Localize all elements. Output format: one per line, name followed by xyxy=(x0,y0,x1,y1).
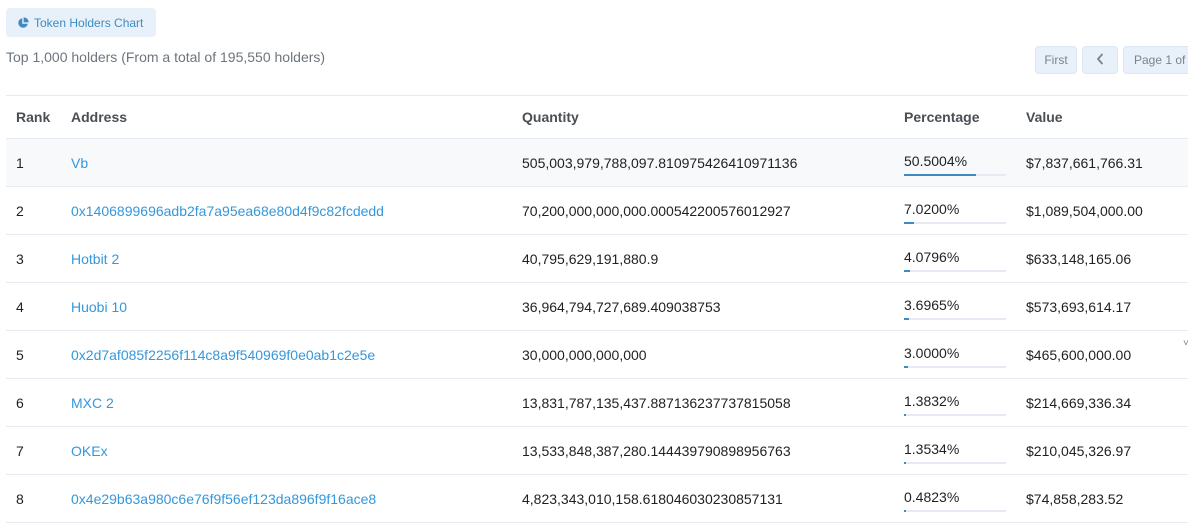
rank-cell: 8 xyxy=(16,490,24,507)
address-cell: 0x2d7af085f2256f114c8a9f540969f0e0ab1c2e… xyxy=(71,331,375,378)
table-row: 8 0x4e29b63a980c6e76f9f56ef123da896f9f16a… xyxy=(6,475,1188,523)
percentage-cell: 3.0000% xyxy=(904,331,1006,378)
header-rank: Rank xyxy=(16,109,51,125)
quantity-cell: 13,831,787,135,437.887136237737815058 xyxy=(522,394,791,411)
quantity-cell: 4,823,343,010,158.618046030230857131 xyxy=(522,490,783,507)
percentage-bar-fill xyxy=(904,510,907,512)
chevron-left-icon xyxy=(1096,53,1104,68)
first-page-button[interactable]: First xyxy=(1035,46,1077,74)
address-link[interactable]: MXC 2 xyxy=(71,395,114,411)
table-row: 7 OKEx 13,533,848,387,280.1444397908989567… xyxy=(6,427,1188,475)
rank-cell: 2 xyxy=(16,202,24,219)
value-cell: $210,045,326.97 xyxy=(1026,442,1132,459)
value-cell: $465,600,000.00 xyxy=(1026,346,1132,363)
address-cell: Vb xyxy=(71,139,88,186)
address-cell: MXC 2 xyxy=(71,379,114,426)
percentage-cell: 4.0796% xyxy=(904,235,1006,282)
percentage-text: 1.3832% xyxy=(904,393,960,409)
percentage-bar xyxy=(904,462,1006,464)
percentage-bar-fill xyxy=(904,270,910,272)
quantity-cell: 30,000,000,000,000 xyxy=(522,346,647,363)
token-holders-chart-label: Token Holders Chart xyxy=(34,15,144,30)
value-cell: $7,837,661,766.31 xyxy=(1026,154,1143,171)
percentage-cell: 3.6965% xyxy=(904,283,1006,330)
address-cell: 0x1406899696adb2fa7a95ea68e80d4f9c82fcde… xyxy=(71,187,384,234)
percentage-bar xyxy=(904,174,1006,176)
percentage-bar xyxy=(904,510,1006,512)
rank-cell: 5 xyxy=(16,346,24,363)
percentage-cell: 1.3534% xyxy=(904,427,1006,474)
percentage-bar xyxy=(904,366,1006,368)
value-cell: $1,089,504,000.00 xyxy=(1026,202,1143,219)
percentage-bar xyxy=(904,270,1006,272)
rank-cell: 6 xyxy=(16,394,24,411)
table-row: 2 0x1406899696adb2fa7a95ea68e80d4f9c82fcd… xyxy=(6,187,1188,235)
table-body: 1 Vb 505,003,979,788,097.81097542641097113… xyxy=(6,139,1188,523)
header-quantity: Quantity xyxy=(522,109,579,125)
table-row: 4 Huobi 10 36,964,794,727,689.409038753 3.6… xyxy=(6,283,1188,331)
address-link[interactable]: Hotbit 2 xyxy=(71,251,119,267)
header-address: Address xyxy=(71,109,128,125)
address-link[interactable]: Huobi 10 xyxy=(71,299,127,315)
holders-table: Rank Address Quantity Percentage Value 1… xyxy=(6,95,1188,523)
rank-cell: 3 xyxy=(16,250,24,267)
percentage-text: 4.0796% xyxy=(904,249,960,265)
percentage-cell: 1.3832% xyxy=(904,379,1006,426)
percentage-text: 1.3534% xyxy=(904,441,960,457)
holders-summary: Top 1,000 holders (From a total of 195,5… xyxy=(6,49,326,65)
rank-cell: 7 xyxy=(16,442,24,459)
address-cell: Hotbit 2 xyxy=(71,235,119,282)
token-holders-chart-button[interactable]: Token Holders Chart xyxy=(6,8,156,37)
address-cell: OKEx xyxy=(71,427,108,474)
percentage-text: 50.5004% xyxy=(904,153,968,169)
header-value: Value xyxy=(1026,109,1063,125)
percentage-bar-fill xyxy=(904,366,909,368)
quantity-cell: 40,795,629,191,880.9 xyxy=(522,250,659,267)
rank-cell: 4 xyxy=(16,298,24,315)
address-link[interactable]: 0x1406899696adb2fa7a95ea68e80d4f9c82fcde… xyxy=(71,203,384,219)
quantity-cell: 505,003,979,788,097.810975426410971136 xyxy=(522,154,798,171)
percentage-text: 7.0200% xyxy=(904,201,960,217)
address-link[interactable]: 0x4e29b63a980c6e76f9f56ef123da896f9f16ac… xyxy=(71,491,376,507)
percentage-cell: 7.0200% xyxy=(904,187,1006,234)
percentage-bar xyxy=(904,318,1006,320)
value-cell: $74,858,283.52 xyxy=(1026,490,1124,507)
percentage-bar xyxy=(904,222,1006,224)
percentage-bar-fill xyxy=(904,462,907,464)
value-cell: $573,693,614.17 xyxy=(1026,298,1132,315)
address-cell: 0x4e29b63a980c6e76f9f56ef123da896f9f16ac… xyxy=(71,475,376,522)
percentage-bar-fill xyxy=(904,222,915,224)
rank-cell: 1 xyxy=(16,154,24,171)
percentage-text: 0.4823% xyxy=(904,489,960,505)
percentage-text: 3.6965% xyxy=(904,297,960,313)
table-header: Rank Address Quantity Percentage Value xyxy=(6,96,1188,139)
address-link[interactable]: 0x2d7af085f2256f114c8a9f540969f0e0ab1c2e… xyxy=(71,347,375,363)
percentage-cell: 50.5004% xyxy=(904,139,1006,186)
quantity-cell: 70,200,000,000,000.000542200576012927 xyxy=(522,202,791,219)
table-row: 6 MXC 2 13,831,787,135,437.887136237737815… xyxy=(6,379,1188,427)
percentage-bar xyxy=(904,414,1006,416)
previous-page-button[interactable] xyxy=(1082,46,1118,74)
address-link[interactable]: Vb xyxy=(71,155,88,171)
percentage-bar-fill xyxy=(904,318,910,320)
address-link[interactable]: OKEx xyxy=(71,443,108,459)
address-cell: Huobi 10 xyxy=(71,283,127,330)
table-row: 1 Vb 505,003,979,788,097.81097542641097113… xyxy=(6,139,1188,187)
quantity-cell: 36,964,794,727,689.409038753 xyxy=(522,298,721,315)
percentage-bar-fill xyxy=(904,414,907,416)
percentage-bar-fill xyxy=(904,174,977,176)
table-row: 3 Hotbit 2 40,795,629,191,880.9 4.0796% $633… xyxy=(6,235,1188,283)
percentage-cell: 0.4823% xyxy=(904,475,1006,522)
scroll-edge-indicator: ˅ xyxy=(1183,338,1188,349)
quantity-cell: 13,533,848,387,280.144439790898956763 xyxy=(522,442,791,459)
page-indicator: Page 1 of xyxy=(1123,46,1188,74)
pagination: First Page 1 of xyxy=(1035,46,1188,74)
table-row: 5 0x2d7af085f2256f114c8a9f540969f0e0ab1c2… xyxy=(6,331,1188,379)
pie-chart-icon xyxy=(17,16,29,29)
header-percentage: Percentage xyxy=(904,109,980,125)
percentage-text: 3.0000% xyxy=(904,345,960,361)
value-cell: $214,669,336.34 xyxy=(1026,394,1132,411)
value-cell: $633,148,165.06 xyxy=(1026,250,1132,267)
